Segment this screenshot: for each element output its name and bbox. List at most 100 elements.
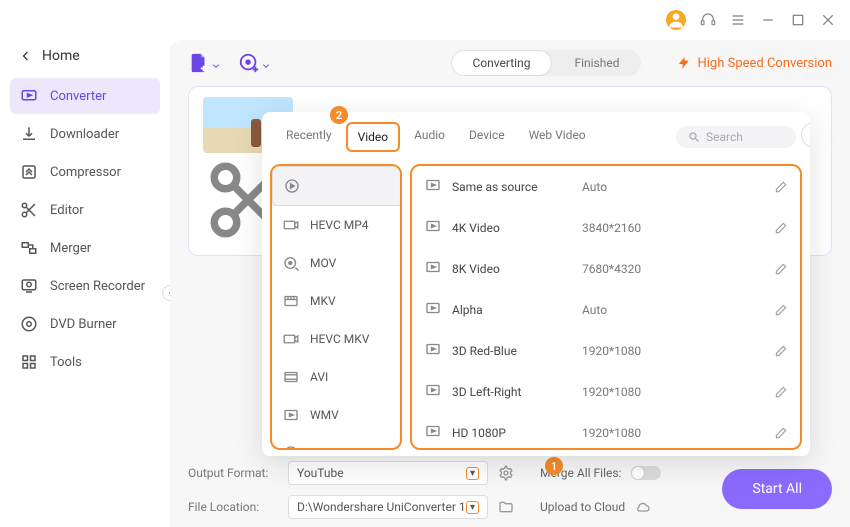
format-item-m4v[interactable]: M4V xyxy=(272,434,400,450)
format-popup: RecentlyVideoAudioDeviceWeb Video Search… xyxy=(262,112,810,456)
chevron-down-icon: ▾ xyxy=(466,501,479,514)
output-format-select[interactable]: YouTube ▾ xyxy=(288,461,488,485)
cloud-icon[interactable] xyxy=(635,499,651,515)
support-icon[interactable] xyxy=(700,12,716,28)
lightning-icon xyxy=(677,56,691,70)
edit-preset-icon[interactable] xyxy=(774,221,788,235)
sidebar-item-downloader[interactable]: Downloader xyxy=(10,116,160,152)
avatar[interactable] xyxy=(666,10,686,30)
nav-icon xyxy=(20,277,38,295)
nav-icon xyxy=(20,239,38,257)
file-location-label: File Location: xyxy=(188,500,278,514)
convert-button[interactable]: nvert xyxy=(801,122,810,148)
nav-icon xyxy=(20,315,38,333)
sidebar-item-converter[interactable]: Converter xyxy=(10,78,160,114)
format-item-mkv[interactable]: MKV xyxy=(272,282,400,320)
minimize-icon[interactable] xyxy=(760,12,776,28)
nav-icon xyxy=(20,125,38,143)
output-format-label: Output Format: xyxy=(188,466,278,480)
preset-icon xyxy=(424,422,442,443)
preset-item[interactable]: AlphaAuto xyxy=(412,289,800,330)
format-icon xyxy=(282,292,300,310)
format-icon xyxy=(283,177,301,195)
preset-item[interactable]: 8K Video7680*4320 xyxy=(412,248,800,289)
add-file-button[interactable] xyxy=(188,52,220,74)
tab-converting[interactable]: Converting xyxy=(451,50,553,76)
edit-preset-icon[interactable] xyxy=(774,180,788,194)
sidebar-item-compressor[interactable]: Compressor xyxy=(10,154,160,190)
high-speed-conversion[interactable]: High Speed Conversion xyxy=(677,56,832,71)
format-icon xyxy=(282,216,300,234)
add-file-icon xyxy=(188,52,210,74)
nav-icon xyxy=(20,87,38,105)
format-item-wmv[interactable]: WMV xyxy=(272,396,400,434)
start-all-button[interactable]: Start All xyxy=(722,469,832,509)
annotation-badge-2: 2 xyxy=(330,106,348,124)
nav-icon xyxy=(20,201,38,219)
format-icon xyxy=(282,368,300,386)
merge-toggle[interactable] xyxy=(631,466,661,480)
settings-icon[interactable] xyxy=(498,465,514,481)
format-item-mov[interactable]: MOV xyxy=(272,244,400,282)
format-icon xyxy=(282,330,300,348)
format-list: MP4HEVC MP4MOVMKVHEVC MKVAVIWMVM4V xyxy=(270,164,402,450)
edit-preset-icon[interactable] xyxy=(774,426,788,440)
preset-item[interactable]: 3D Red-Blue1920*1080 xyxy=(412,330,800,371)
popup-tab-device[interactable]: Device xyxy=(459,122,515,152)
menu-icon[interactable] xyxy=(730,12,746,28)
sidebar-item-editor[interactable]: Editor xyxy=(10,192,160,228)
preset-icon xyxy=(424,299,442,320)
preset-icon xyxy=(424,381,442,402)
file-location-select[interactable]: D:\Wondershare UniConverter 1 ▾ xyxy=(288,495,488,519)
edit-preset-icon[interactable] xyxy=(774,344,788,358)
sidebar-item-dvd-burner[interactable]: DVD Burner xyxy=(10,306,160,342)
open-folder-icon[interactable] xyxy=(498,499,514,515)
maximize-icon[interactable] xyxy=(790,12,806,28)
popup-tab-audio[interactable]: Audio xyxy=(404,122,455,152)
popup-tab-recently[interactable]: Recently xyxy=(276,122,342,152)
format-item-hevc-mkv[interactable]: HEVC MKV xyxy=(272,320,400,358)
sidebar-item-tools[interactable]: Tools xyxy=(10,344,160,380)
preset-icon xyxy=(424,340,442,361)
sidebar: Home ConverterDownloaderCompressorEditor… xyxy=(0,40,170,527)
preset-item[interactable]: 3D Left-Right1920*1080 xyxy=(412,371,800,412)
popup-tab-web-video[interactable]: Web Video xyxy=(519,122,596,152)
upload-cloud-label: Upload to Cloud xyxy=(540,500,625,514)
back-home[interactable]: Home xyxy=(10,40,160,72)
status-segment: Converting Finished xyxy=(451,50,642,76)
edit-preset-icon[interactable] xyxy=(774,262,788,276)
search-icon xyxy=(688,131,700,143)
preset-item[interactable]: HD 1080P1920*1080 xyxy=(412,412,800,450)
chevron-down-icon: ▾ xyxy=(466,467,479,480)
back-label: Home xyxy=(42,48,80,64)
format-item-mp4[interactable]: MP4 xyxy=(272,166,402,206)
sidebar-item-merger[interactable]: Merger xyxy=(10,230,160,266)
format-item-avi[interactable]: AVI xyxy=(272,358,400,396)
nav-icon xyxy=(20,353,38,371)
preset-item[interactable]: Same as sourceAuto xyxy=(412,166,800,207)
format-item-hevc-mp4[interactable]: HEVC MP4 xyxy=(272,206,400,244)
annotation-badge-1: 1 xyxy=(545,457,563,475)
preset-icon xyxy=(424,217,442,238)
nav-icon xyxy=(20,163,38,181)
preset-icon xyxy=(424,258,442,279)
preset-icon xyxy=(424,176,442,197)
add-dvd-icon xyxy=(238,52,260,74)
popup-tab-video[interactable]: Video xyxy=(346,122,401,152)
chevron-down-icon xyxy=(212,59,220,67)
close-icon[interactable] xyxy=(820,12,836,28)
preset-item[interactable]: 4K Video3840*2160 xyxy=(412,207,800,248)
sidebar-item-screen-recorder[interactable]: Screen Recorder xyxy=(10,268,160,304)
add-dvd-button[interactable] xyxy=(238,52,270,74)
format-icon xyxy=(282,254,300,272)
edit-preset-icon[interactable] xyxy=(774,385,788,399)
toolbar: Converting Finished High Speed Conversio… xyxy=(188,50,832,76)
chevron-left-icon xyxy=(20,50,32,62)
edit-preset-icon[interactable] xyxy=(774,303,788,317)
format-icon xyxy=(282,444,300,450)
search-input[interactable]: Search xyxy=(676,126,796,148)
titlebar xyxy=(0,0,850,40)
chevron-down-icon xyxy=(262,59,270,67)
tab-finished[interactable]: Finished xyxy=(552,50,641,76)
format-icon xyxy=(282,406,300,424)
